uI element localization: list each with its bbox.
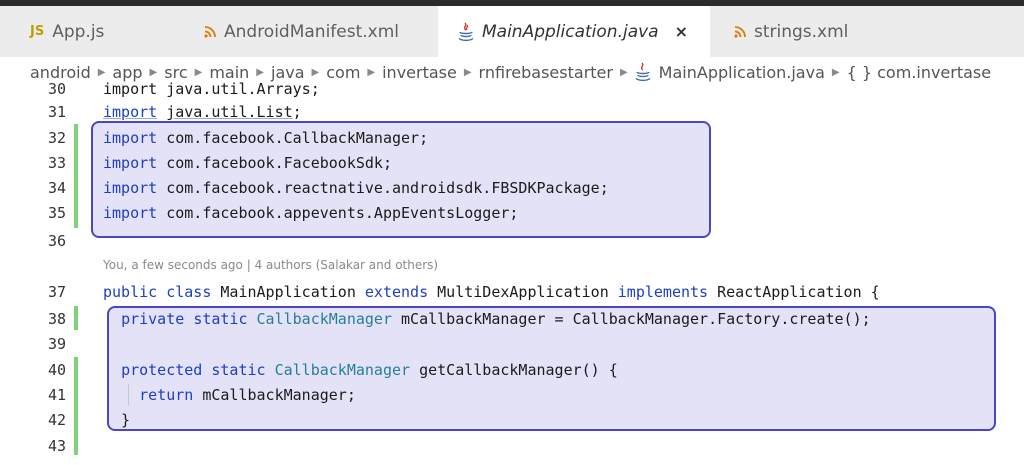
breadcrumb-item-app[interactable]: app — [112, 63, 142, 82]
git-added-indicator — [74, 306, 78, 330]
code-line[interactable]: import java.util.List; — [103, 103, 302, 121]
line-number: 38 — [47, 310, 66, 328]
editor-tab-bar: JS App.js AndroidManifest.xml MainApplic… — [0, 6, 1024, 57]
line-number: 36 — [47, 232, 66, 250]
breadcrumb-item-android[interactable]: android — [30, 63, 91, 82]
breadcrumb-separator-icon: ▶ — [619, 66, 628, 78]
git-added-indicator — [74, 357, 78, 455]
close-tab-icon[interactable]: × — [675, 22, 688, 41]
tab-strings-xml[interactable]: strings.xml — [710, 6, 888, 57]
breadcrumb-item-mainapplication-java[interactable]: MainApplication.java — [659, 63, 825, 82]
code-line[interactable]: import java.util.Arrays; — [103, 80, 320, 98]
git-added-indicator — [74, 124, 78, 228]
breadcrumb-item-com[interactable]: com — [326, 63, 360, 82]
code-line[interactable]: import com.facebook.CallbackManager; — [103, 129, 428, 147]
tab-label: MainApplication.java — [482, 21, 659, 42]
tab-app-js[interactable]: JS App.js — [0, 6, 182, 57]
breadcrumb-separator-icon: ▶ — [256, 66, 264, 78]
code-line[interactable]: public class MainApplication extends Mul… — [103, 283, 880, 301]
tab-label: AndroidManifest.xml — [224, 21, 400, 42]
line-number: 41 — [47, 386, 66, 404]
git-blame-annotation[interactable]: You, a few seconds ago | 4 authors (Sala… — [103, 258, 438, 272]
tab-mainapplication-java[interactable]: MainApplication.java × — [438, 6, 710, 57]
line-number: 40 — [47, 361, 66, 379]
java-file-icon — [635, 62, 653, 82]
breadcrumb-separator-icon: ▶ — [831, 66, 840, 78]
code-line[interactable]: return mCallbackManager; — [103, 386, 356, 404]
line-number: 30 — [47, 80, 66, 98]
line-number: 34 — [47, 179, 66, 197]
breadcrumb-item-main[interactable]: main — [209, 63, 249, 82]
line-number: 43 — [47, 437, 66, 455]
line-number: 31 — [47, 103, 66, 121]
rss-file-icon — [204, 25, 216, 38]
code-line[interactable]: import com.facebook.appevents.AppEventsL… — [103, 204, 518, 222]
breadcrumb-separator-icon: ▶ — [97, 66, 106, 78]
line-number: 39 — [47, 335, 66, 353]
tab-label: App.js — [52, 21, 105, 42]
breadcrumb-separator-icon: ▶ — [463, 66, 472, 78]
breadcrumb-item-rnfirebasestarter[interactable]: rnfirebasestarter — [479, 63, 613, 82]
breadcrumb-item-java[interactable]: java — [271, 63, 305, 82]
line-number: 35 — [47, 204, 66, 222]
breadcrumb-separator-icon: ▶ — [367, 66, 376, 78]
rss-file-icon — [734, 25, 746, 38]
breadcrumb-item-src[interactable]: src — [164, 63, 187, 82]
code-line[interactable]: private static CallbackManager mCallback… — [103, 310, 871, 328]
breadcrumb-separator-icon: ▶ — [311, 66, 320, 78]
breadcrumb-item-invertase[interactable]: invertase — [382, 63, 457, 82]
breadcrumb-item-class[interactable]: { } com.invertase — [847, 63, 992, 82]
breadcrumb-separator-icon: ▶ — [149, 66, 158, 78]
code-line[interactable]: } — [103, 411, 130, 429]
code-line[interactable]: protected static CallbackManager getCall… — [103, 361, 618, 379]
java-file-icon — [458, 22, 474, 42]
code-line[interactable]: import com.facebook.FacebookSdk; — [103, 154, 392, 172]
tab-androidmanifest-xml[interactable]: AndroidManifest.xml — [182, 6, 438, 57]
js-file-icon: JS — [30, 24, 45, 39]
line-number: 32 — [47, 129, 66, 147]
line-number: 42 — [47, 411, 66, 429]
breadcrumb-separator-icon: ▶ — [194, 66, 203, 78]
code-line[interactable]: import com.facebook.reactnative.androids… — [103, 179, 609, 197]
line-number: 37 — [47, 283, 66, 301]
tab-label: strings.xml — [754, 21, 849, 42]
line-number: 33 — [47, 154, 66, 172]
